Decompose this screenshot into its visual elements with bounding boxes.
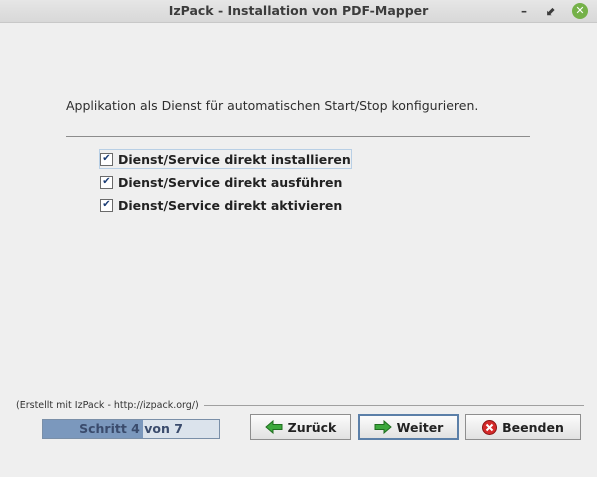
checkbox-label: Dienst/Service direkt aktivieren: [118, 197, 343, 213]
checkbox-label: Dienst/Service direkt installieren: [118, 151, 351, 167]
quit-button[interactable]: Beenden: [465, 414, 581, 440]
window-title: IzPack - Installation von PDF-Mapper: [168, 3, 429, 18]
stop-icon: [482, 419, 498, 435]
quit-label: Beenden: [502, 419, 564, 435]
next-button[interactable]: Weiter: [358, 414, 459, 440]
checkbox-install-service[interactable]: ✔ Dienst/Service direkt installieren: [99, 149, 352, 169]
checkbox-run-service[interactable]: ✔ Dienst/Service direkt ausführen: [100, 173, 342, 191]
credits-label: (Erstellt mit IzPack - http://izpack.org…: [16, 400, 199, 411]
next-label: Weiter: [396, 419, 444, 435]
title-bar: IzPack - Installation von PDF-Mapper – ⬋…: [0, 0, 597, 23]
close-button[interactable]: ✕: [572, 3, 588, 19]
checkbox-checked-icon[interactable]: ✔: [100, 152, 113, 166]
minimize-button[interactable]: –: [516, 3, 532, 19]
separator: [66, 136, 530, 137]
progress-text: Schritt 4 von 7: [79, 421, 183, 436]
checkbox-label: Dienst/Service direkt ausführen: [118, 174, 343, 190]
checkbox-checked-icon[interactable]: ✔: [100, 198, 113, 212]
checkbox-checked-icon[interactable]: ✔: [100, 175, 113, 189]
credits-separator: [204, 405, 584, 406]
arrow-right-icon: [374, 420, 392, 434]
back-label: Zurück: [287, 419, 337, 435]
step-progress-bar: Schritt 4 von 7: [42, 419, 220, 439]
maximize-button[interactable]: ⬋: [543, 3, 559, 19]
back-button[interactable]: Zurück: [250, 414, 351, 440]
arrow-left-icon: [264, 420, 283, 434]
checkbox-activate-service[interactable]: ✔ Dienst/Service direkt aktivieren: [100, 196, 342, 214]
panel-description: Applikation als Dienst für automatischen…: [66, 98, 479, 113]
